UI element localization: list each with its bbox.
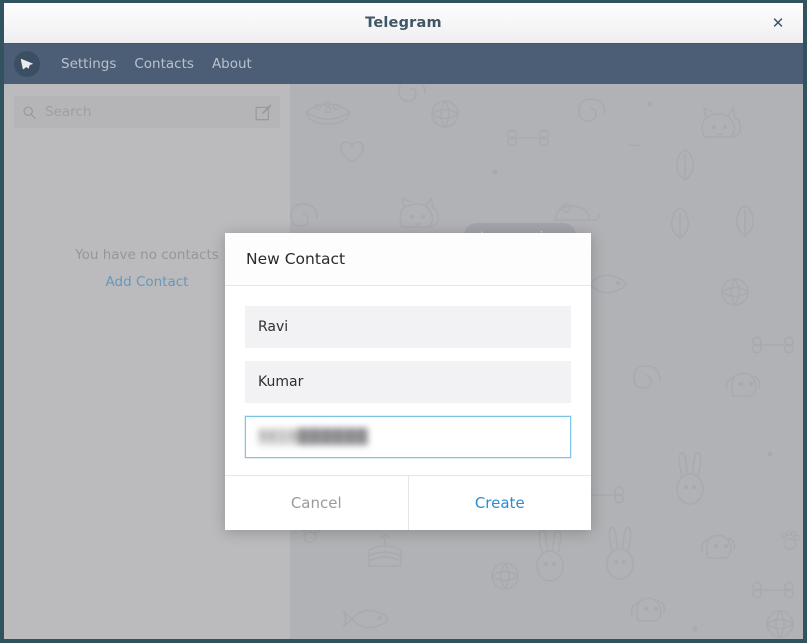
dialog-body: Ravi Kumar 9819██████ (225, 286, 591, 475)
create-button[interactable]: Create (408, 476, 591, 530)
title-bar: Telegram ✕ (4, 3, 803, 44)
main-content: Search You have no contacts Add Contact (4, 84, 803, 639)
phone-number-field[interactable]: 9819██████ (245, 416, 571, 458)
last-name-field[interactable]: Kumar (245, 361, 571, 403)
menu-item-about[interactable]: About (203, 53, 261, 75)
dialog-title: New Contact (246, 250, 346, 268)
new-contact-dialog: New Contact Ravi Kumar 9819██████ Cancel… (225, 233, 591, 530)
phone-number-value: 9819██████ (258, 428, 369, 446)
dialog-header: New Contact (225, 233, 591, 286)
window-title: Telegram (365, 15, 442, 31)
telegram-plane-icon[interactable] (14, 51, 40, 77)
close-icon[interactable]: ✕ (763, 3, 793, 43)
menu-item-contacts[interactable]: Contacts (125, 53, 203, 75)
telegram-window: Telegram ✕ Settings Contacts About Searc… (0, 0, 807, 643)
first-name-field[interactable]: Ravi (245, 306, 571, 348)
dialog-footer: Cancel Create (225, 475, 591, 530)
menu-item-settings[interactable]: Settings (52, 53, 125, 75)
app-toolbar: Settings Contacts About (4, 44, 803, 84)
cancel-button[interactable]: Cancel (225, 476, 409, 530)
